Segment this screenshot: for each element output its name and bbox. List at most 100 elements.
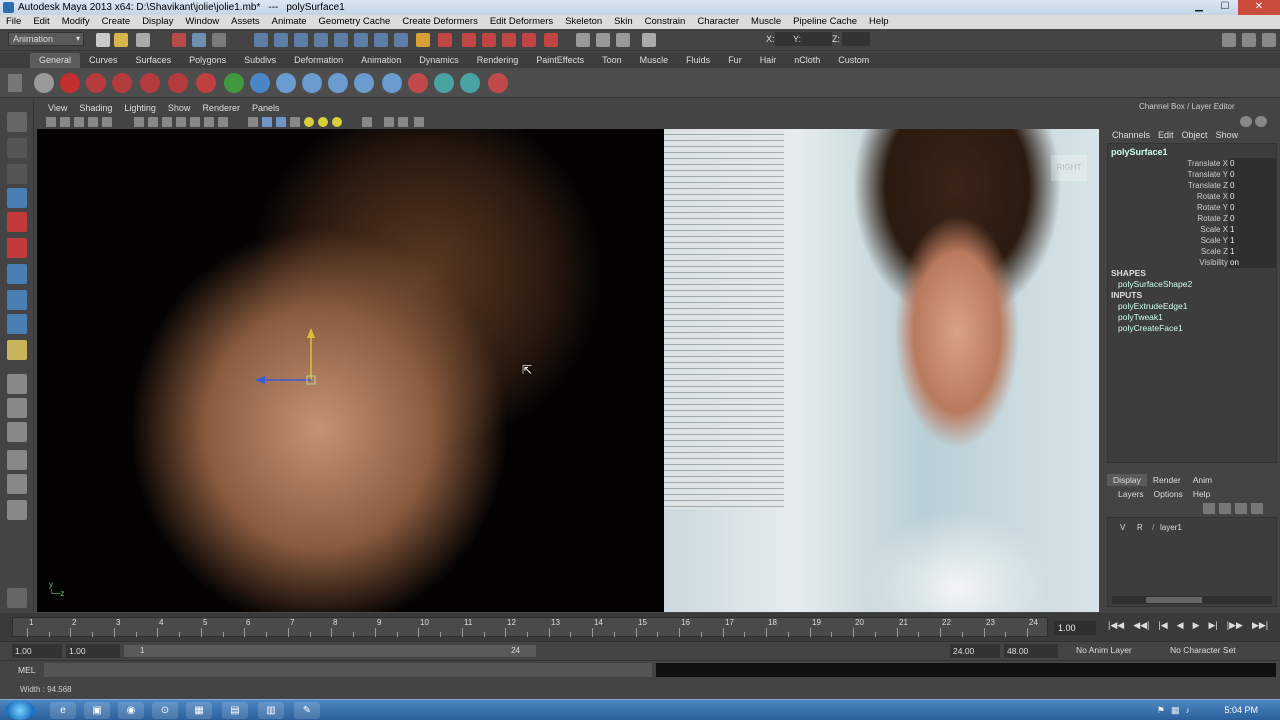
menu-animate[interactable]: Animate (266, 15, 313, 29)
channel-value[interactable]: on (1228, 257, 1276, 268)
layout-single-icon[interactable] (7, 374, 27, 394)
snap-point-icon[interactable] (294, 33, 308, 47)
sidebar-toggle-icon[interactable] (576, 33, 590, 47)
channel-value[interactable]: 0 (1228, 169, 1276, 180)
xray-joints-icon[interactable] (398, 117, 408, 127)
camera-select-icon[interactable] (46, 117, 56, 127)
input-node[interactable]: polyExtrudeEdge1 (1118, 301, 1187, 311)
shelf-tool-11-icon[interactable] (354, 73, 374, 93)
layer-tab-render[interactable]: Render (1147, 474, 1187, 486)
settings-gear-icon[interactable] (34, 73, 54, 93)
channel-row[interactable]: Visibility on (1108, 257, 1278, 268)
universal-manipulator-icon[interactable] (7, 264, 27, 284)
shelf-tab-subdivs[interactable]: Subdivs (235, 53, 285, 68)
xray-icon[interactable] (384, 117, 394, 127)
shelf-tool-15-icon[interactable] (460, 73, 480, 93)
move-layer-up-icon[interactable] (1235, 503, 1247, 514)
menu-file[interactable]: File (0, 15, 27, 29)
step-back-frame-icon[interactable]: |◀ (1158, 620, 1167, 631)
default-light-icon[interactable] (304, 117, 314, 127)
channel-row[interactable]: Rotate Z0 (1108, 213, 1278, 224)
layer-row[interactable]: V R / layer1 (1110, 522, 1274, 534)
mel-label[interactable]: MEL (18, 665, 35, 675)
menu-display[interactable]: Display (136, 15, 179, 29)
render-current-frame-icon[interactable] (438, 33, 452, 47)
current-frame-field[interactable]: 1.00 (1054, 621, 1096, 635)
shelf-tool-13-icon[interactable] (408, 73, 428, 93)
shelf-tab-painteffects[interactable]: PaintEffects (527, 53, 593, 68)
step-forward-frame-icon[interactable]: ▶| (1208, 620, 1217, 631)
save-scene-icon[interactable] (136, 33, 150, 47)
shelf-tab-curves[interactable]: Curves (80, 53, 127, 68)
shelf-tool-3-icon[interactable] (140, 73, 160, 93)
play-backwards-icon[interactable]: ◀ (1177, 620, 1184, 631)
move-layer-down-icon[interactable] (1251, 503, 1263, 514)
shape-node[interactable]: polySurfaceShape2 (1118, 279, 1192, 289)
layout-outliner-icon[interactable] (7, 422, 27, 442)
panel-menu-panels[interactable]: Panels (246, 101, 286, 115)
inputs-icon[interactable] (374, 33, 388, 47)
channel-menu-object[interactable]: Object (1178, 128, 1212, 142)
go-to-end-icon[interactable]: ▶▶| (1252, 620, 1268, 631)
tray-flag-icon[interactable]: ⚑ (1157, 705, 1165, 716)
window-icon[interactable]: ▥ (258, 702, 284, 719)
bookmark-icon[interactable] (74, 117, 84, 127)
image-plane-icon[interactable] (88, 117, 98, 127)
maya-task-icon[interactable]: ▦ (186, 702, 212, 719)
ipr-render-icon[interactable] (462, 33, 476, 47)
outputs-icon[interactable] (394, 33, 408, 47)
gate-mask-icon[interactable] (176, 117, 186, 127)
go-to-start-icon[interactable]: |◀◀ (1108, 620, 1124, 631)
shelf-tool-1-icon[interactable] (86, 73, 106, 93)
2d-pan-zoom-icon[interactable] (102, 117, 112, 127)
folder-icon[interactable]: ▤ (222, 702, 248, 719)
layout-render-icon[interactable] (7, 500, 27, 520)
wireframe-icon[interactable] (248, 117, 258, 127)
last-tool-icon[interactable] (7, 340, 27, 360)
shelf-tab-ncloth[interactable]: nCloth (785, 53, 829, 68)
shelf-tab-fluids[interactable]: Fluids (677, 53, 719, 68)
shelf-tool-8-icon[interactable] (276, 73, 296, 93)
time-slider-track[interactable]: 1 2 3 4 5 6 7 8 9 10 11 12 13 14 15 16 17 18 19 20 21 22 23 24 (12, 617, 1048, 637)
playback-start-field[interactable]: 1.00 (66, 644, 120, 658)
shelf-menu-icon[interactable] (8, 74, 22, 92)
channel-row[interactable]: Translate Y0 (1108, 169, 1278, 180)
scale-tool-icon[interactable] (7, 238, 27, 258)
help-question-icon[interactable] (60, 73, 80, 93)
menu-create[interactable]: Create (96, 15, 137, 29)
select-component-icon[interactable] (212, 33, 226, 47)
hypershade-icon[interactable] (502, 33, 516, 47)
safe-title-icon[interactable] (218, 117, 228, 127)
smooth-shade-icon[interactable] (262, 117, 272, 127)
shelf-tool-10-icon[interactable] (328, 73, 348, 93)
start-time-field[interactable]: 1.00 (12, 644, 62, 658)
select-object-icon[interactable] (192, 33, 206, 47)
move-manipulator[interactable] (237, 324, 327, 394)
step-back-key-icon[interactable]: ◀◀| (1133, 620, 1149, 631)
menu-pipeline-cache[interactable]: Pipeline Cache (787, 15, 863, 29)
show-manipulator-icon[interactable] (7, 314, 27, 334)
channel-value[interactable]: 0 (1228, 202, 1276, 213)
viewport[interactable]: RIGHT ⇱ y └─z (37, 129, 1099, 612)
panel-menu-lighting[interactable]: Lighting (118, 101, 162, 115)
render-region-icon[interactable] (544, 33, 558, 47)
shelf-tab-deformation[interactable]: Deformation (285, 53, 352, 68)
menu-window[interactable]: Window (179, 15, 225, 29)
tool-settings-icon[interactable] (616, 33, 630, 47)
shelf-tab-toon[interactable]: Toon (593, 53, 631, 68)
history-icon[interactable] (354, 33, 368, 47)
channel-menu-edit[interactable]: Edit (1154, 128, 1178, 142)
channel-row[interactable]: Scale Y1 (1108, 235, 1278, 246)
render-settings-icon[interactable] (482, 33, 496, 47)
channel-box-icon-1[interactable] (1240, 116, 1252, 127)
mel-input[interactable] (44, 663, 652, 677)
menu-set-selector[interactable]: Animation (8, 32, 84, 46)
close-button[interactable]: ✕ (1238, 0, 1280, 15)
isolate-select-icon[interactable] (362, 117, 372, 127)
new-scene-icon[interactable] (96, 33, 110, 47)
menu-edit[interactable]: Edit (27, 15, 55, 29)
sphere-icon[interactable] (250, 73, 270, 93)
snap-surface-icon[interactable] (334, 33, 348, 47)
y-field[interactable] (802, 32, 832, 46)
shelf-tool-4-icon[interactable] (168, 73, 188, 93)
